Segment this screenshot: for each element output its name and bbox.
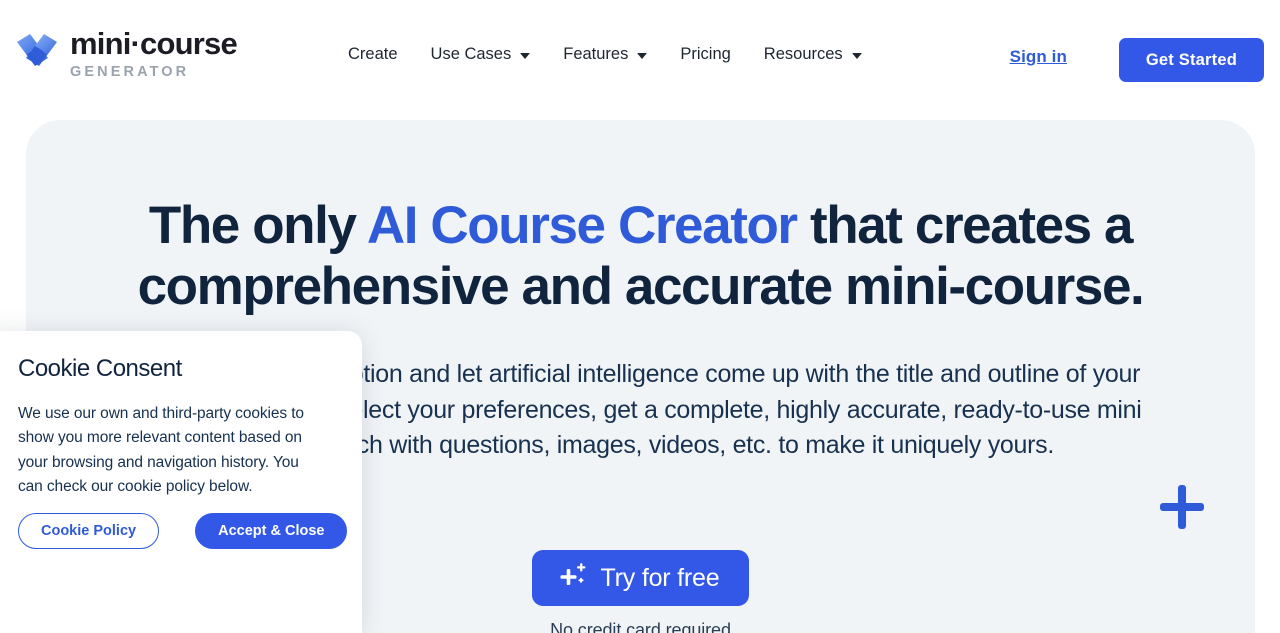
headline-text-lead: The only: [148, 196, 367, 255]
nav-item-create[interactable]: Create: [348, 46, 398, 63]
cookie-consent-title: Cookie Consent: [18, 355, 182, 382]
main-navigation: Create Use Cases Features Pricing Resour…: [348, 46, 862, 63]
chevron-down-icon: [520, 52, 531, 59]
brand-subtitle: GENERATOR: [70, 64, 190, 81]
chevron-down-icon: [637, 52, 648, 59]
cookie-consent-body: We use our own and third-party cookies t…: [18, 405, 304, 496]
nav-item-label: Pricing: [680, 45, 731, 63]
site-header: mini·course GENERATOR Create Use Cases F…: [0, 0, 1280, 120]
cookie-policy-button[interactable]: Cookie Policy: [18, 513, 160, 549]
brand-logo[interactable]: mini·course GENERATOR: [14, 26, 238, 81]
nav-item-features[interactable]: Features: [563, 45, 648, 63]
nav-item-label: Use Cases: [430, 45, 512, 63]
chevron-down-icon: [851, 52, 862, 59]
nav-item-resources[interactable]: Resources: [764, 46, 862, 63]
plus-decoration-icon: [1160, 485, 1204, 529]
page-title: The only AI Course Creator that creates …: [26, 195, 1255, 318]
nav-item-label: Features: [563, 45, 629, 63]
nav-item-label: Create: [348, 45, 398, 63]
sparkle-plus-icon: [558, 562, 588, 592]
try-for-free-label: Try for free: [600, 563, 720, 592]
get-started-button[interactable]: Get Started: [1118, 38, 1264, 82]
cookie-consent-dialog: Cookie Consent We use our own and third-…: [0, 331, 362, 633]
nav-item-use-cases[interactable]: Use Cases: [431, 46, 531, 63]
nav-item-label: Resources: [763, 45, 843, 63]
try-for-free-button[interactable]: Try for free: [531, 550, 750, 606]
sign-in-link[interactable]: Sign in: [1010, 47, 1067, 67]
mini-course-logo-icon: [14, 29, 60, 75]
cookie-consent-actions: Cookie Policy Accept & Close: [18, 513, 348, 549]
brand-name: mini·course: [70, 26, 238, 61]
headline-accent: AI Course Creator: [366, 196, 798, 255]
nav-item-pricing[interactable]: Pricing: [680, 46, 730, 63]
cta-note: No credit card required: [550, 620, 731, 633]
accept-and-close-button[interactable]: Accept & Close: [195, 513, 348, 549]
